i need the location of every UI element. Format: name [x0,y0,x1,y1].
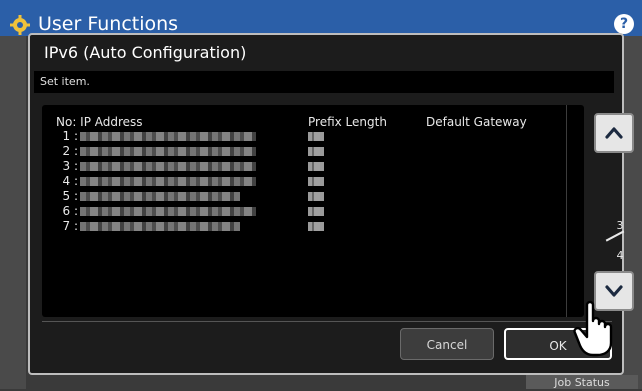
row-number: 7 : [62,219,79,233]
ipv6-dialog: IPv6 (Auto Configuration) Set item. No: … [28,33,634,375]
ip-address-redacted [80,177,256,186]
ip-address-redacted [80,192,240,201]
list-item[interactable]: 1 : [42,129,562,144]
column-header-ip: No: IP Address [56,115,143,129]
list-item[interactable]: 5 : [42,189,562,204]
instruction-text: Set item. [34,71,614,93]
help-icon[interactable]: ? [614,14,634,34]
prefix-redacted [308,147,324,156]
row-number: 6 : [62,204,79,218]
gear-icon [10,15,30,35]
ip-address-redacted [80,147,256,156]
ip-address-redacted [80,132,256,141]
ip-address-redacted [80,222,240,231]
pointing-hand-icon [573,300,613,357]
list-item[interactable]: 7 : [42,219,562,234]
row-number: 2 : [62,144,79,158]
row-number: 5 : [62,189,79,203]
list-item[interactable]: 3 : [42,159,562,174]
button-row-divider [42,321,612,322]
job-status-button[interactable]: Job Status [526,375,638,389]
list-item[interactable]: 6 : [42,204,562,219]
left-edge [0,36,26,389]
page-total: 4 [616,249,624,262]
column-header-gateway: Default Gateway [426,115,527,129]
scroll-up-button[interactable] [594,113,634,153]
prefix-redacted [308,162,324,171]
ip-address-redacted [80,162,256,171]
row-number: 3 : [62,159,79,173]
cancel-button[interactable]: Cancel [400,328,494,360]
address-list-panel: No: IP Address Prefix Length Default Gat… [42,105,584,317]
chevron-down-icon [605,285,623,297]
page-current: 3 [616,219,624,232]
list-divider [566,105,567,317]
ip-address-redacted [80,207,256,216]
list-item[interactable]: 4 : [42,174,562,189]
list-item[interactable]: 2 : [42,144,562,159]
row-number: 4 : [62,174,79,188]
address-list: No: IP Address Prefix Length Default Gat… [42,105,562,317]
dialog-title: IPv6 (Auto Configuration) [44,43,247,62]
prefix-redacted [308,192,324,201]
column-header-prefix: Prefix Length [308,115,387,129]
prefix-redacted [308,222,324,231]
app-header: User Functions ? [0,0,642,36]
chevron-up-icon [605,127,623,139]
row-number: 1 : [62,129,79,143]
prefix-redacted [308,207,324,216]
prefix-redacted [308,132,324,141]
prefix-redacted [308,177,324,186]
page-separator [605,230,625,242]
